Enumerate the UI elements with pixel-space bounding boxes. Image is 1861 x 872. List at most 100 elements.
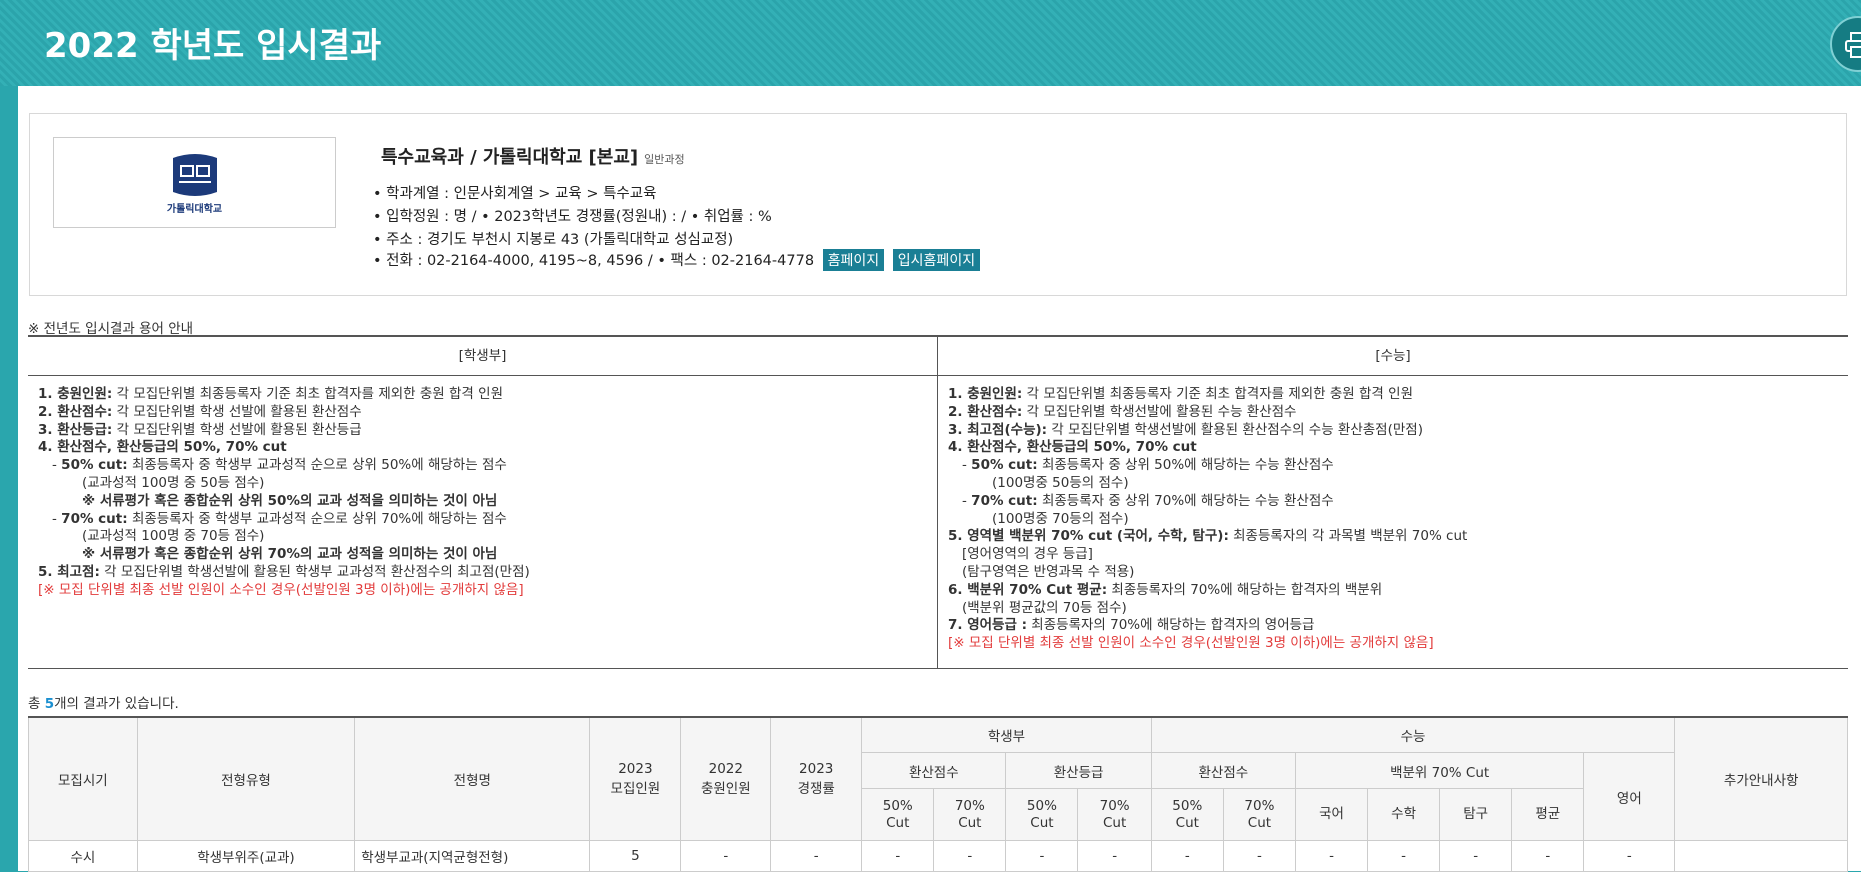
guide-description: 최종등록자의 각 과목별 백분위 70% cut (1228, 528, 1468, 545)
guide-term: 4. 환산점수, 환산등급의 50%, 70% cut (38, 439, 287, 456)
guide-term: 50% cut: (61, 457, 128, 474)
page-header: 2022 학년도 입시결과 (0, 0, 1861, 86)
guide-description: (100명중 70등의 점수) (992, 510, 1129, 527)
cell-value: - (1005, 840, 1079, 872)
logo-caption: 가톨릭대학교 (166, 204, 223, 215)
guide-term: 2. 환산점수: (38, 403, 113, 420)
guide-description: 각 모집단위별 학생 선발에 활용된 환산등급 (112, 421, 362, 438)
department-name: 특수교육과 / 가톨릭대학교 [본교] (381, 147, 639, 168)
admission-homepage-link[interactable]: 입시홈페이지 (892, 249, 981, 271)
guide-line: 3. 최고점(수능): 각 모집단위별 학생선발에 활용된 환산점수의 수능 환… (948, 422, 1848, 440)
guide-description: (탐구영역은 반영과목 수 적용) (962, 563, 1135, 580)
guide-suneung: [수능] 1. 충원인원: 각 모집단위별 최종등록자 기준 최초 합격자를 제… (938, 337, 1848, 668)
guide-description: 최종등록자 중 학생부 교과성적 순으로 상위 50%에 해당하는 점수 (127, 457, 507, 474)
guide-bullet: - (52, 510, 62, 527)
count-prefix: 총 (28, 696, 45, 712)
table-row: 수시 학생부위주(교과) 학생부교과(지역균형전형) 5 - - - - - -… (28, 840, 1848, 872)
info-contact: • 전화 : 02-2164-4000, 4195~8, 4596 / • 팩스… (373, 249, 981, 271)
guide-line: 4. 환산점수, 환산등급의 50%, 70% cut (948, 439, 1848, 457)
header-math: 수학 (1367, 788, 1441, 841)
guide-line: 3. 환산등급: 각 모집단위별 학생 선발에 활용된 환산등급 (38, 422, 937, 440)
guide-term: 3. 환산등급: (38, 421, 113, 438)
homepage-link[interactable]: 홈페이지 (822, 249, 885, 271)
header-korean: 국어 (1294, 788, 1369, 841)
course-type: 일반과정 (644, 153, 685, 166)
header-ratio-2023: 2023 경쟁률 (770, 716, 863, 841)
guide-description: 각 모집단위별 학생선발에 활용된 환산점수의 수능 환산총점(만점) (1047, 421, 1423, 438)
header-score-cut70: 70% Cut (933, 788, 1007, 841)
guide-bullet: - (962, 457, 972, 474)
header-quota-2023: 2023 모집인원 (589, 716, 682, 841)
header-inquiry: 탐구 (1439, 788, 1513, 841)
guide-line: 5. 영역별 백분위 70% cut (국어, 수학, 탐구): 최종등록자의 … (948, 528, 1848, 546)
guide-term: 70% cut: (61, 510, 128, 527)
guide-term: 7. 영어등급 : (948, 617, 1028, 634)
header-student-record: 학생부 (861, 716, 1152, 753)
guide-description: 각 모집단위별 학생 선발에 활용된 환산점수 (112, 403, 362, 420)
guide-description: (100명중 50등의 점수) (992, 474, 1129, 491)
guide-description: (교과성적 100명 중 50등 점수) (82, 474, 265, 491)
header-suneung: 수능 (1150, 716, 1676, 753)
guide-bullet: - (52, 457, 62, 474)
cell-value: - (1367, 840, 1441, 872)
guide-notice: [※ 모집 단위별 최종 선발 인원이 소수인 경우(선발인원 3명 이하)에는… (38, 581, 524, 598)
guide-term: 6. 백분위 70% Cut 평균: (948, 581, 1108, 598)
guide-title: ※ 전년도 입시결과 용어 안내 (28, 321, 194, 337)
guide-description: 최종등록자 중 상위 70%에 해당하는 수능 환산점수 (1037, 492, 1334, 509)
guide-line: (교과성적 100명 중 50등 점수) (38, 475, 937, 493)
guide-bullet: - (962, 492, 972, 509)
contact-text: • 전화 : 02-2164-4000, 4195~8, 4596 / • 팩스… (373, 253, 815, 269)
guide-term: 70% cut: (971, 492, 1038, 509)
guide-line: 1. 충원인원: 각 모집단위별 최종등록자 기준 최초 합격자를 제외한 충원… (38, 386, 937, 404)
cell-quota: 5 (589, 840, 682, 872)
cell-value: - (1077, 840, 1152, 872)
header-percentile-70: 백분위 70% Cut (1294, 752, 1585, 789)
guide-description: 최종등록자의 70%에 해당하는 합격자의 영어등급 (1027, 617, 1315, 634)
header-suneung-cut50: 50% Cut (1150, 788, 1224, 841)
header-added-2022: 2022 충원인원 (680, 716, 772, 841)
guide-description: (교과성적 100명 중 70등 점수) (82, 528, 265, 545)
guide-line: 6. 백분위 70% Cut 평균: 최종등록자의 70%에 해당하는 합격자의… (948, 582, 1848, 600)
info-category: • 학과계열 : 인문사회계열 > 교육 > 특수교육 (373, 186, 657, 202)
cell-added: - (680, 840, 772, 872)
cell-type: 학생부위주(교과) (136, 840, 356, 872)
guide-term: 3. 최고점(수능): (948, 421, 1048, 438)
guide-notice: [※ 모집 단위별 최종 선발 인원이 소수인 경우(선발인원 3명 이하)에는… (948, 635, 1434, 652)
guide-suneung-header: [수능] (938, 337, 1848, 376)
header-grade-cut70: 70% Cut (1077, 788, 1152, 841)
guide-line: 4. 환산점수, 환산등급의 50%, 70% cut (38, 439, 937, 457)
cell-value: - (1583, 840, 1676, 872)
guide-term: 5. 영역별 백분위 70% cut (국어, 수학, 탐구): (948, 528, 1229, 545)
count-suffix: 개의 결과가 있습니다. (54, 696, 179, 712)
guide-line: (100명중 50등의 점수) (948, 475, 1848, 493)
page-title: 2022 학년도 입시결과 (44, 26, 382, 66)
terms-guide: [학생부] 1. 충원인원: 각 모집단위별 최종등록자 기준 최초 합격자를 … (28, 335, 1848, 669)
guide-line: 7. 영어등급 : 최종등록자의 70%에 해당하는 합격자의 영어등급 (948, 617, 1848, 635)
guide-term: ※ 서류평가 혹은 종합순위 상위 70%의 교과 성적을 의미하는 것이 아님 (82, 546, 498, 563)
cell-ratio: - (770, 840, 863, 872)
guide-line: 2. 환산점수: 각 모집단위별 학생선발에 활용된 수능 환산점수 (948, 404, 1848, 422)
result-count: 총 5개의 결과가 있습니다. (28, 692, 179, 712)
info-address: • 주소 : 경기도 부천시 지봉로 43 (가톨릭대학교 성심교정) (373, 232, 734, 248)
printer-icon (1845, 32, 1861, 58)
department-title: 특수교육과 / 가톨릭대학교 [본교] 일반과정 (381, 143, 685, 169)
guide-description: 최종등록자 중 상위 50%에 해당하는 수능 환산점수 (1037, 457, 1334, 474)
guide-line: ※ 서류평가 혹은 종합순위 상위 50%의 교과 성적을 의미하는 것이 아님 (38, 493, 937, 511)
guide-line: ※ 서류평가 혹은 종합순위 상위 70%의 교과 성적을 의미하는 것이 아님 (38, 546, 937, 564)
guide-term: 1. 충원인원: (38, 386, 113, 402)
header-grade-cut50: 50% Cut (1005, 788, 1079, 841)
guide-term: 2. 환산점수: (948, 403, 1023, 420)
header-conv-grade: 환산등급 (1005, 752, 1152, 789)
guide-term: 1. 충원인원: (948, 386, 1023, 402)
guide-line: (백분위 평균값의 70등 점수) (948, 600, 1848, 618)
guide-description: 각 모집단위별 학생선발에 활용된 학생부 교과성적 환산점수의 최고점(만점) (99, 563, 530, 580)
header-average: 평균 (1511, 788, 1585, 841)
cell-period: 수시 (28, 840, 138, 872)
header-suneung-cut70: 70% Cut (1222, 788, 1296, 841)
header-suneung-conv-score: 환산점수 (1150, 752, 1296, 789)
print-button[interactable] (1830, 16, 1861, 72)
guide-line: 2. 환산점수: 각 모집단위별 학생 선발에 활용된 환산점수 (38, 404, 937, 422)
guide-suneung-body: 1. 충원인원: 각 모집단위별 최종등록자 기준 최초 합격자를 제외한 충원… (938, 376, 1848, 653)
guide-description: 최종등록자 중 학생부 교과성적 순으로 상위 70%에 해당하는 점수 (127, 510, 507, 527)
guide-term: 4. 환산점수, 환산등급의 50%, 70% cut (948, 439, 1197, 456)
